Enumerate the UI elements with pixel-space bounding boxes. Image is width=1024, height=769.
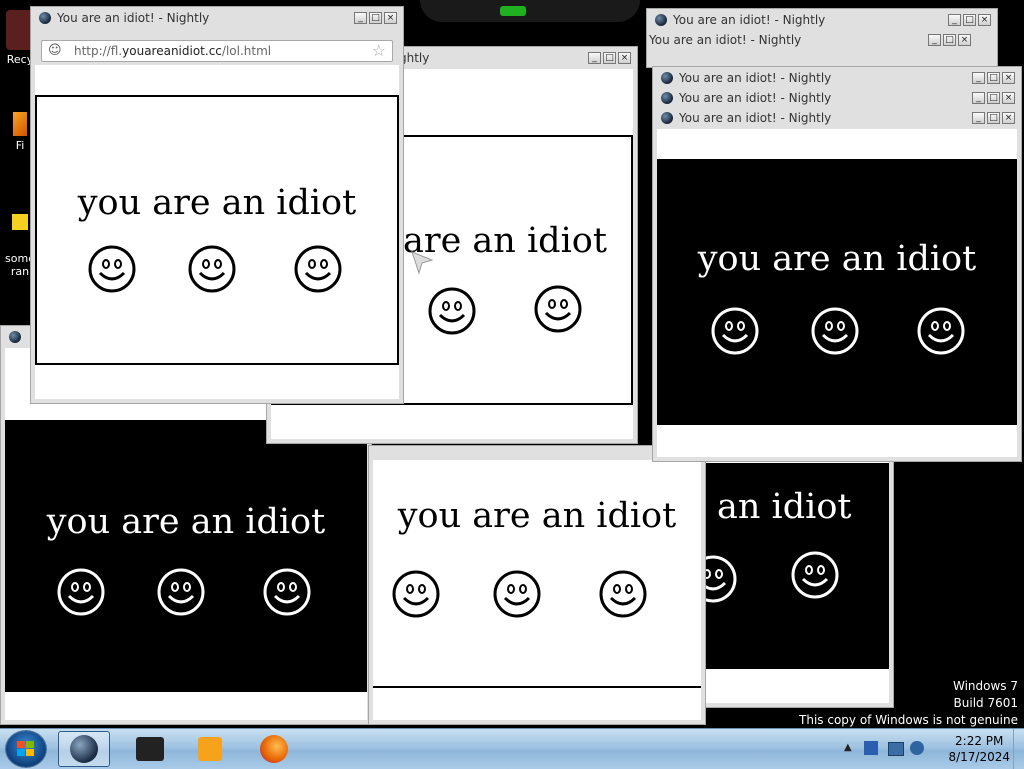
nightly-icon [661,112,673,124]
mouse-cursor-icon [411,251,434,275]
maximize-button[interactable]: □ [987,112,1000,124]
smiley-face-icon [157,568,205,616]
clock-time: 2:22 PM [955,734,1004,748]
folder-icon [12,214,28,230]
volume-icon[interactable] [910,741,924,755]
minimize-button[interactable]: _ [972,72,985,84]
smiley-face-icon [294,245,342,293]
browser-window[interactable]: You are an idiot! - Nightly _ □ × You ar… [646,8,998,68]
minimize-button[interactable]: _ [948,14,961,26]
smiley-face-icon [392,570,440,618]
watermark-os: Windows 7 [952,679,1018,693]
gadget-indicator [500,6,526,16]
maximize-button[interactable]: □ [987,72,1000,84]
window-title: You are an idiot! - Nightly [679,111,832,125]
desktop-gadget [420,0,640,22]
smiley-site-icon: ☺ [48,43,62,58]
watermark-build: Build 7601 [953,696,1018,710]
close-button[interactable]: × [978,14,991,26]
taskbar-firefox-button[interactable] [248,731,300,767]
address-bar[interactable]: ☺ http://fl.youareanidiot.cc/lol.html ☆ [41,40,393,62]
desktop: Recy Fi some ran you are an idiot an idi… [0,0,1024,728]
nightly-icon [661,92,673,104]
window-title: You are an idiot! - Nightly [649,33,802,47]
clock[interactable]: 2:22 PM 8/17/2024 [948,733,1010,765]
minimize-button[interactable]: _ [354,12,367,24]
window-title: You are an idiot! - Nightly [673,13,826,27]
media-player-icon [198,737,222,761]
message-text: you are an idiot [77,183,357,223]
network-icon[interactable] [888,742,904,756]
windows-watermark: Windows 7 Build 7601 This copy of Window… [799,678,1018,728]
window-title: You are an idiot! - Nightly [679,71,832,85]
maximize-button[interactable]: □ [963,14,976,26]
nightly-icon [70,735,98,763]
firefox-icon [260,735,288,763]
smiley-face-icon [791,551,839,599]
clock-date: 8/17/2024 [948,750,1010,764]
smiley-face-icon [599,570,647,618]
smiley-face-icon [57,568,105,616]
smiley-face-icon [188,245,236,293]
star-icon[interactable]: ☆ [372,42,386,60]
smiley-face-icon [711,307,759,355]
maximize-button[interactable]: □ [987,92,1000,104]
smiley-face-icon [534,285,582,333]
taskbar: ▲ 2:22 PM 8/17/2024 [0,728,1024,769]
terminal-icon [136,737,164,761]
nightly-icon [39,12,51,24]
show-desktop-button[interactable] [1013,729,1024,769]
action-center-icon[interactable] [864,741,878,755]
smiley-face-icon [263,568,311,616]
smiley-face-icon [428,287,476,335]
window-title: You are an idiot! - Nightly [57,11,210,25]
watermark-genuine: This copy of Windows is not genuine [799,713,1018,727]
minimize-button[interactable]: _ [588,52,601,64]
file-icon [13,112,27,136]
minimize-button[interactable]: _ [972,92,985,104]
close-button[interactable]: × [384,12,397,24]
close-button[interactable]: × [618,52,631,64]
show-hidden-icons-icon[interactable]: ▲ [844,742,852,753]
smiley-face-icon [88,245,136,293]
browser-window[interactable]: You are an idiot! - Nightly _ □ × You ar… [652,66,1022,462]
nightly-icon [655,14,667,26]
maximize-button[interactable]: □ [943,34,956,46]
nightly-icon [661,72,673,84]
message-text: you are an idiot [46,502,326,542]
close-button[interactable]: × [1002,72,1015,84]
taskbar-media-player-button[interactable] [184,731,236,767]
windows-logo-icon [17,741,34,756]
message-text: you are an idiot [697,239,977,279]
browser-window[interactable]: You are an idiot! - Nightly _ □ × ☺ http… [30,6,404,404]
close-button[interactable]: × [958,34,971,46]
close-button[interactable]: × [1002,112,1015,124]
start-button[interactable] [6,731,46,767]
message-text: you are an idiot [397,496,677,536]
nightly-icon [9,331,21,343]
smiley-face-icon [493,570,541,618]
window-title: You are an idiot! - Nightly [679,91,832,105]
smiley-face-icon [811,307,859,355]
url-text: http://fl.youareanidiot.cc/lol.html [74,44,272,58]
maximize-button[interactable]: □ [603,52,616,64]
message-text: an idiot [717,487,852,527]
taskbar-nightly-button[interactable] [58,731,110,767]
close-button[interactable]: × [1002,92,1015,104]
system-tray: ▲ 2:22 PM 8/17/2024 [840,729,1024,769]
browser-window[interactable]: you are an idiot [368,445,706,725]
taskbar-app-button[interactable] [124,731,176,767]
minimize-button[interactable]: _ [972,112,985,124]
minimize-button[interactable]: _ [928,34,941,46]
maximize-button[interactable]: □ [369,12,382,24]
smiley-face-icon [917,307,965,355]
